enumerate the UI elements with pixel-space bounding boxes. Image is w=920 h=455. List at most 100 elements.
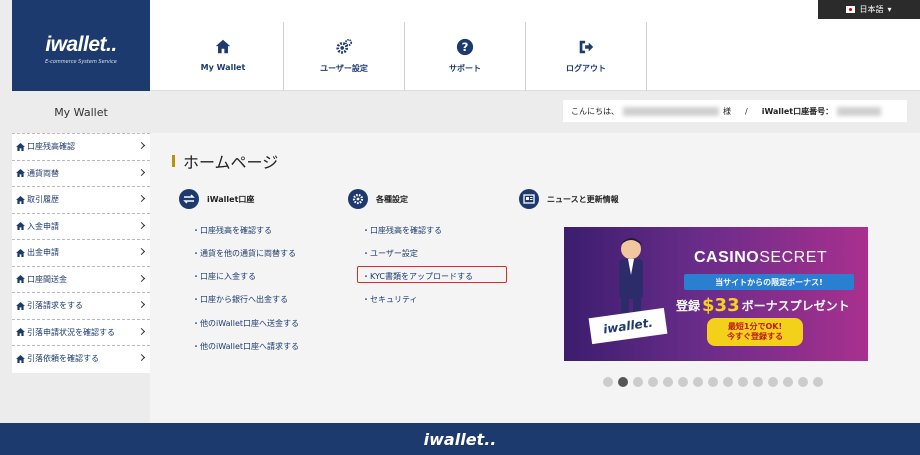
carousel-dot[interactable]	[693, 377, 703, 387]
banner-wallet-logo: iwallet.	[588, 307, 668, 345]
sidebar-item[interactable]: 出金申請	[12, 239, 150, 266]
section-wallet-header: iWallet口座	[179, 189, 254, 209]
carousel-dot[interactable]	[783, 377, 793, 387]
link-deposit[interactable]: ・口座に入金する	[192, 271, 256, 282]
greeting-prefix: こんにちは、	[571, 106, 619, 116]
limited-bonus-ribbon: 当サイトからの限定ボーナス!	[684, 274, 854, 290]
page-title: ホームページ	[172, 149, 278, 173]
carousel-dot[interactable]	[663, 377, 673, 387]
chevron-right-icon	[137, 274, 146, 282]
account-number-redacted	[837, 106, 882, 116]
logo-text: iwallet..	[45, 32, 117, 56]
home-icon	[16, 354, 25, 363]
carousel-dots	[603, 377, 823, 387]
casino-secret-logo: CASINOSECRET	[694, 249, 828, 266]
nav-user-settings[interactable]: ユーザー設定	[284, 22, 405, 92]
caret-down-icon: ▾	[887, 5, 892, 14]
link-withdraw[interactable]: ・口座から銀行へ出金する	[192, 294, 288, 305]
carousel-dot[interactable]	[723, 377, 733, 387]
title-accent-bar	[172, 155, 175, 167]
bonus-text: 登録 $33 ボーナスプレゼント	[676, 295, 850, 316]
home-icon	[16, 275, 25, 284]
chevron-right-icon	[137, 300, 146, 309]
sidebar-item[interactable]: 通貨両替	[12, 159, 150, 187]
greeting-separator: /	[745, 106, 748, 116]
footer-logo: iwallet..	[423, 429, 497, 449]
sidebar-item-label: 引落請求をする	[27, 301, 83, 311]
sidebar-item[interactable]: 引落依頼を確認する	[12, 345, 150, 372]
carousel-dot[interactable]	[708, 377, 718, 387]
carousel-dot[interactable]	[753, 377, 763, 387]
logout-icon	[579, 40, 594, 54]
home-icon	[16, 195, 25, 204]
greeting-bar: こんにちは、 様 / iWallet口座番号：	[563, 100, 907, 122]
carousel-dot[interactable]	[678, 377, 688, 387]
link-check-balance[interactable]: ・口座残高を確認する	[192, 225, 272, 236]
section-news-header: ニュースと更新情報	[519, 189, 619, 209]
sub-header-title: My Wallet	[54, 105, 108, 119]
exchange-arrows-icon	[179, 189, 199, 209]
sidebar-item[interactable]: 口座残高確認	[12, 133, 150, 160]
carousel-dot[interactable]	[648, 377, 658, 387]
gears-icon	[336, 38, 353, 54]
carousel-dot[interactable]	[618, 377, 628, 387]
greeting-suffix: 様	[723, 106, 731, 116]
newspaper-icon	[519, 189, 539, 209]
nav-support[interactable]: ? サポート	[405, 22, 526, 92]
nav-label: ログアウト	[566, 64, 606, 73]
carousel-dot[interactable]	[603, 377, 613, 387]
carousel-dot[interactable]	[633, 377, 643, 387]
nav-label: サポート	[449, 64, 481, 73]
link-kyc-upload[interactable]: ・KYC書類をアップロードする	[362, 271, 473, 282]
sidebar: 口座残高確認通貨両替取引履歴入金申請 出金申請口座間送金引落請求をする引落申請状況…	[12, 133, 150, 373]
nav-label: My Wallet	[200, 63, 246, 72]
language-label: 日本語	[859, 5, 884, 14]
sidebar-item[interactable]: 取引履歴	[12, 186, 150, 213]
sidebar-item[interactable]: 引落請求をする	[12, 292, 150, 319]
section-settings-header: 各種設定	[348, 189, 408, 209]
home-icon	[16, 142, 25, 151]
link-exchange-currency[interactable]: ・通貨を他の通貨に両替する	[192, 248, 296, 259]
carousel-dot[interactable]	[738, 377, 748, 387]
sidebar-item-label: 取引履歴	[27, 195, 59, 205]
user-name-redacted	[623, 106, 719, 116]
japan-flag-icon	[846, 6, 856, 13]
home-icon	[16, 328, 25, 337]
carousel-dot[interactable]	[813, 377, 823, 387]
home-icon	[16, 222, 25, 231]
nav-logout[interactable]: ログアウト	[526, 22, 647, 92]
svg-text:?: ?	[462, 40, 469, 54]
carousel-dot[interactable]	[768, 377, 778, 387]
chevron-right-icon	[137, 221, 146, 229]
sidebar-item-label: 通貨両替	[27, 168, 59, 178]
sidebar-item[interactable]: 入金申請	[12, 212, 150, 240]
nav-my-wallet[interactable]: My Wallet	[163, 22, 284, 92]
mascot-illustration	[619, 238, 643, 315]
link-security[interactable]: ・セキュリティ	[362, 294, 418, 305]
chevron-right-icon	[137, 353, 146, 362]
link-request-from-wallet[interactable]: ・他のiWallet口座へ請求する	[192, 341, 299, 352]
sidebar-item[interactable]: 引落申請状況を確認する	[12, 318, 150, 346]
chevron-right-icon	[137, 194, 146, 203]
sidebar-item[interactable]: 口座間送金	[12, 265, 150, 293]
footer: iwallet..	[0, 423, 920, 455]
carousel-dot[interactable]	[798, 377, 808, 387]
link-user-settings[interactable]: ・ユーザー設定	[362, 248, 418, 259]
link-send-to-wallet[interactable]: ・他のiWallet口座へ送金する	[192, 318, 299, 329]
promo-banner[interactable]: CASINOSECRET 当サイトからの限定ボーナス! 登録 $33 ボーナスプレゼ…	[564, 227, 868, 361]
chevron-right-icon	[137, 327, 146, 335]
section-title: iWallet口座	[207, 194, 255, 204]
sidebar-item-label: 引落依頼を確認する	[27, 354, 99, 364]
section-title: 各種設定	[376, 194, 408, 204]
chevron-right-icon	[137, 247, 146, 256]
logo[interactable]: iwallet.. E-commerce System Service	[12, 0, 150, 91]
section-title: ニュースと更新情報	[547, 194, 619, 204]
language-selector[interactable]: 日本語 ▾	[818, 0, 920, 19]
home-icon	[16, 301, 25, 310]
link-settings-balance[interactable]: ・口座残高を確認する	[362, 225, 442, 236]
sidebar-item-label: 口座間送金	[27, 274, 67, 284]
sidebar-item-label: 引落申請状況を確認する	[27, 327, 115, 337]
gear-icon	[348, 189, 368, 209]
account-number-label: iWallet口座番号：	[761, 106, 834, 116]
question-icon: ?	[456, 38, 474, 56]
